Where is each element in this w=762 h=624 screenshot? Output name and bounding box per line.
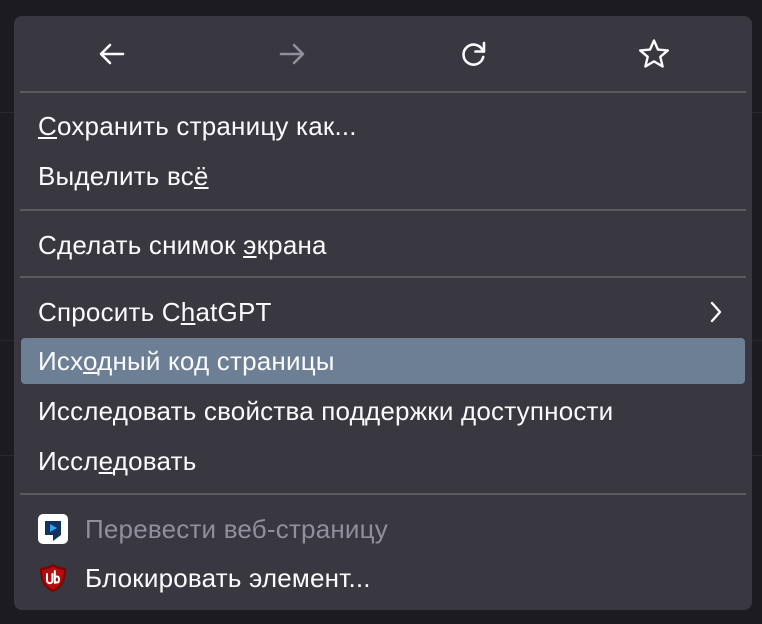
chevron-right-icon (710, 301, 722, 323)
view-source-label: Исходный код страницы (38, 345, 335, 376)
translate-extension-icon (38, 514, 68, 544)
menu-item-save-page[interactable]: Сохранить страницу как... (21, 103, 745, 149)
star-icon (639, 39, 669, 68)
back-button[interactable] (92, 36, 132, 72)
menu-item-inspect[interactable]: Исследовать (21, 438, 745, 484)
arrow-right-icon (279, 43, 305, 65)
separator (20, 276, 746, 278)
menu-item-translate[interactable]: Перевести веб-страницу (21, 506, 745, 552)
bookmark-button[interactable] (634, 36, 674, 72)
inspect-label: Исследовать (38, 445, 197, 476)
ublock-origin-icon (40, 564, 66, 592)
reload-button[interactable] (454, 36, 494, 72)
menu-item-select-all[interactable]: Выделить всё (21, 153, 745, 199)
navigation-row (14, 16, 752, 92)
translate-label: Перевести веб-страницу (85, 513, 388, 544)
save-page-label: Сохранить страницу как... (38, 110, 357, 141)
separator (20, 91, 746, 93)
menu-item-view-source[interactable]: Исходный код страницы (21, 338, 745, 384)
separator (20, 209, 746, 211)
menu-item-block-element[interactable]: Блокировать элемент... (21, 555, 745, 601)
separator (20, 493, 746, 495)
menu-item-inspect-accessibility[interactable]: Исследовать свойства поддержки доступнос… (21, 388, 745, 434)
select-all-label: Выделить всё (38, 160, 209, 191)
menu-item-ask-chatgpt[interactable]: Спросить ChatGPT (21, 289, 745, 335)
screenshot-label: Сделать снимок экрана (38, 229, 327, 260)
menu-item-screenshot[interactable]: Сделать снимок экрана (21, 222, 745, 268)
inspect-accessibility-label: Исследовать свойства поддержки доступнос… (38, 395, 614, 426)
forward-button[interactable] (272, 36, 312, 72)
context-menu: Сохранить страницу как... Выделить всё С… (14, 16, 752, 610)
arrow-left-icon (99, 43, 125, 65)
block-element-label: Блокировать элемент... (85, 562, 371, 593)
ask-chatgpt-label: Спросить ChatGPT (38, 296, 272, 327)
reload-icon (462, 41, 486, 66)
